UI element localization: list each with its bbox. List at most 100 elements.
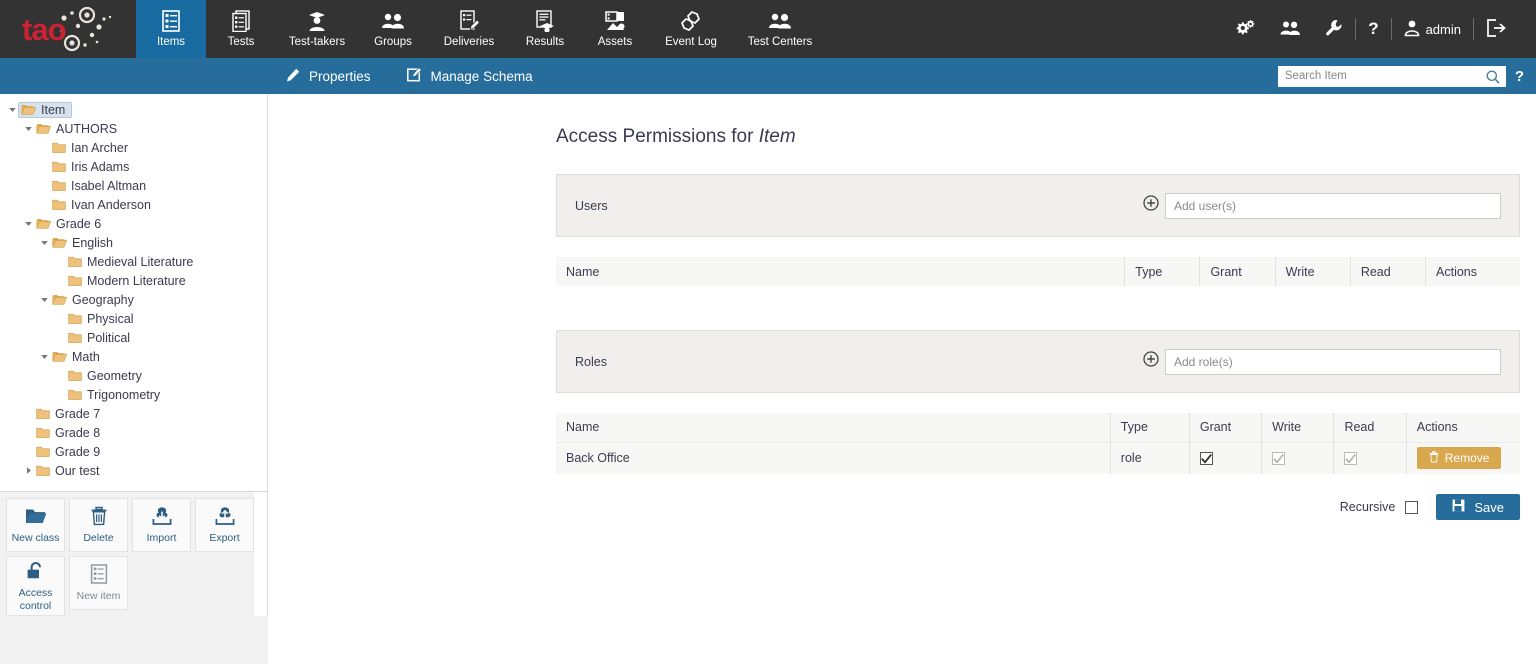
folder-icon (52, 141, 66, 154)
chevron-down-icon[interactable] (38, 352, 50, 361)
tree-node[interactable]: Geometry (0, 366, 267, 385)
nav-item-deliveries[interactable]: Deliveries (428, 0, 510, 58)
floppy-disk-icon (1452, 499, 1465, 515)
column-header-grant: Grant (1200, 257, 1275, 286)
nav-item-test-centers-label: Test Centers (748, 36, 813, 48)
tree-node-label: Isabel Altman (71, 179, 146, 193)
test-centers-icon (768, 10, 792, 32)
tree-node-body: Modern Literature (66, 274, 188, 288)
nav-item-test-takers[interactable]: Test-takers (276, 0, 358, 58)
search-help-icon[interactable]: ? (1515, 68, 1524, 85)
grant-checkbox[interactable] (1200, 452, 1213, 465)
tree-node[interactable]: Physical (0, 309, 267, 328)
nav-item-groups[interactable]: Groups (358, 0, 428, 58)
action-button-label: New class (12, 532, 60, 544)
chevron-down-icon[interactable] (22, 124, 34, 133)
recursive-label: Recursive (1340, 500, 1396, 514)
action-button-new-class[interactable]: New class (6, 498, 65, 552)
chevron-down-icon[interactable] (38, 238, 50, 247)
page-title-prefix: Access Permissions for (556, 126, 759, 147)
action-button-access-control[interactable]: Access control (6, 556, 65, 616)
logout-button[interactable] (1474, 0, 1518, 58)
tree-node[interactable]: Iris Adams (0, 157, 267, 176)
add-users-input[interactable] (1165, 193, 1501, 219)
tree-node[interactable]: Math (0, 347, 267, 366)
nav-item-results[interactable]: Results (510, 0, 580, 58)
tree-node[interactable]: English (0, 233, 267, 252)
column-header-write: Write (1262, 413, 1334, 442)
add-roles-input[interactable] (1165, 349, 1501, 375)
items-icon (161, 10, 181, 32)
tree-node[interactable]: AUTHORS (0, 119, 267, 138)
user-menu-button[interactable]: admin (1392, 0, 1473, 58)
nav-item-tests[interactable]: Tests (206, 0, 276, 58)
tree-node[interactable]: Grade 8 (0, 423, 267, 442)
search-box[interactable] (1278, 66, 1506, 87)
tree-node[interactable]: Ivan Anderson (0, 195, 267, 214)
add-users-control (1143, 193, 1501, 219)
users-panel: Users (556, 174, 1520, 237)
nav-item-event-log-label: Event Log (665, 36, 717, 48)
settings-button[interactable] (1223, 0, 1267, 58)
action-button-delete[interactable]: Delete (69, 498, 128, 552)
tree-node[interactable]: Modern Literature (0, 271, 267, 290)
tree-node[interactable]: Grade 9 (0, 442, 267, 461)
chevron-down-icon[interactable] (6, 105, 18, 114)
action-button-label: Access control (19, 587, 53, 611)
column-header-read: Read (1350, 257, 1425, 286)
open-folder-icon (52, 350, 67, 363)
search-input[interactable] (1279, 67, 1505, 86)
table-row: Back OfficeroleRemove (556, 442, 1520, 474)
nav-item-event-log[interactable]: Event Log (650, 0, 732, 58)
tree-node-label: AUTHORS (56, 122, 117, 136)
tree-node[interactable]: Our test (0, 461, 267, 480)
page-title: Access Permissions for Item (268, 94, 1536, 148)
tab-manage-schema[interactable]: Manage Schema (389, 58, 551, 94)
action-button-export[interactable]: Export (195, 498, 254, 552)
action-button-label: Export (209, 532, 239, 544)
nav-item-test-centers[interactable]: Test Centers (732, 0, 828, 58)
top-navigation-bar: tao Items Tests (0, 0, 1536, 58)
plus-circle-icon[interactable] (1143, 351, 1159, 372)
plus-circle-icon[interactable] (1143, 195, 1159, 216)
tools-button[interactable] (1313, 0, 1355, 58)
action-button-new-item[interactable]: New item (69, 556, 128, 610)
nav-item-items[interactable]: Items (136, 0, 206, 58)
tao-logo[interactable]: tao (0, 0, 136, 58)
chevron-down-icon[interactable] (22, 219, 34, 228)
help-button[interactable]: ? (1356, 0, 1390, 58)
tree-node[interactable]: Isabel Altman (0, 176, 267, 195)
chevron-right-icon[interactable] (22, 466, 34, 475)
sub-header-left-spacer (0, 58, 268, 94)
tree-node[interactable]: Grade 7 (0, 404, 267, 423)
tree-node[interactable]: Geography (0, 290, 267, 309)
tree-node-body: Isabel Altman (50, 179, 148, 193)
gears-icon (1235, 19, 1255, 40)
nav-item-assets-label: Assets (598, 36, 633, 48)
open-folder-icon (21, 103, 36, 116)
person-icon (1404, 19, 1420, 40)
tree-node[interactable]: Medieval Literature (0, 252, 267, 271)
tree-node[interactable]: Grade 6 (0, 214, 267, 233)
tree-node-body: Medieval Literature (66, 255, 195, 269)
recursive-checkbox[interactable] (1405, 501, 1418, 514)
save-button[interactable]: Save (1436, 494, 1520, 520)
open-folder-icon (36, 217, 51, 230)
tree-node[interactable]: Ian Archer (0, 138, 267, 157)
tree-node[interactable]: Item (0, 100, 267, 119)
tree-node-label: Physical (87, 312, 134, 326)
manage-users-button[interactable] (1267, 0, 1313, 58)
tree-node[interactable]: Trigonometry (0, 385, 267, 404)
export-icon (214, 505, 236, 527)
sub-header-bar: Properties Manage Schema ? (0, 58, 1536, 94)
chevron-down-icon[interactable] (38, 295, 50, 304)
tab-properties[interactable]: Properties (268, 58, 389, 94)
nav-item-assets[interactable]: Assets (580, 0, 650, 58)
tree-node-body: Grade 6 (34, 217, 103, 231)
folder-icon (68, 388, 82, 401)
remove-button[interactable]: Remove (1417, 447, 1502, 469)
action-button-import[interactable]: Import (132, 498, 191, 552)
column-header-read: Read (1334, 413, 1406, 442)
search-icon[interactable] (1486, 70, 1500, 90)
tree-node[interactable]: Political (0, 328, 267, 347)
